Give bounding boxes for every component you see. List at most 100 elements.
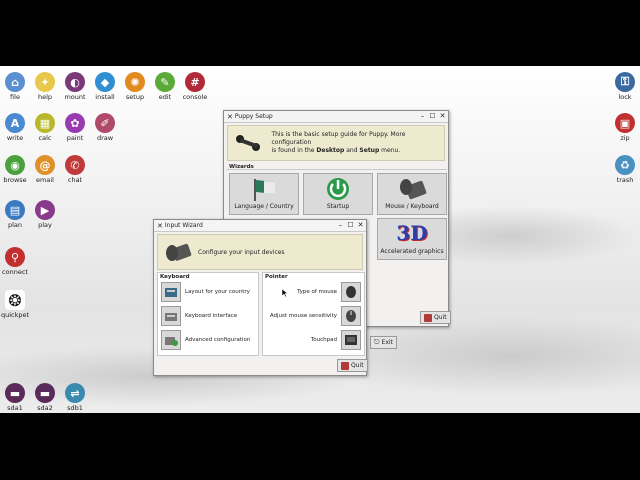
keyboard-layout-row[interactable]: Layout for your country xyxy=(161,282,250,302)
trash-icon: ♻ xyxy=(615,155,635,175)
exit-button[interactable]: ⎋ Exit xyxy=(370,336,397,349)
maximize-button[interactable]: ☐ xyxy=(346,221,355,230)
tile-startup[interactable]: Startup xyxy=(303,173,373,215)
window-icon: ✕ xyxy=(157,221,163,230)
drive-icon: ▬ xyxy=(5,383,25,403)
gear-icon: ✺ xyxy=(125,72,145,92)
at-icon: @ xyxy=(35,155,55,175)
banner-text: Configure your input devices xyxy=(198,248,285,256)
mouse-keyboard-icon xyxy=(400,179,427,200)
keyboard-icon[interactable] xyxy=(161,282,181,302)
touchpad-icon[interactable] xyxy=(341,330,361,350)
desktop-icon-play[interactable]: ▶ play xyxy=(25,200,65,229)
window-title: Puppy Setup xyxy=(234,113,273,120)
pointer-panel: Pointer Type of mouse Adjust mouse sensi… xyxy=(262,272,365,356)
quit-icon xyxy=(341,361,349,370)
quit-button[interactable]: Quit xyxy=(337,359,368,372)
usb-icon: ⇌ xyxy=(65,383,85,403)
intro-line-2: is found in the Desktop and Setup menu. xyxy=(271,147,401,154)
desktop-icon-label: trash xyxy=(616,176,634,184)
desktop-icon-trash[interactable]: ♻ trash xyxy=(605,155,640,184)
calc-icon: ▦ xyxy=(35,113,55,133)
tile-label: Startup xyxy=(326,203,350,210)
desktop-icon-label: lock xyxy=(618,93,632,101)
tile-language-country[interactable]: Language / Country xyxy=(229,173,299,215)
calendar-icon: ▤ xyxy=(5,200,25,220)
desktop-icon-label: zip xyxy=(620,134,630,142)
minimize-button[interactable]: – xyxy=(336,221,345,230)
desktop-icon-console[interactable]: # console xyxy=(175,72,215,101)
keyboard-label: Keyboard xyxy=(160,274,190,280)
desktop-icon-chat[interactable]: ✆ chat xyxy=(55,155,95,184)
divider xyxy=(226,169,447,170)
desktop-icon-label: draw xyxy=(96,134,114,142)
wrench-icon xyxy=(236,135,260,151)
close-button[interactable]: ✕ xyxy=(438,112,447,121)
desktop-icon-label: sdb1 xyxy=(67,404,83,412)
keyboard-interface-row[interactable]: Keyboard interface xyxy=(161,306,237,326)
tile-label: Accelerated graphics xyxy=(380,248,444,255)
intro-line-1: This is the basic setup guide for Puppy.… xyxy=(271,131,406,146)
desktop-icon-connect[interactable]: ⚲ connect xyxy=(0,247,35,276)
title-bar[interactable]: ✕ Input Wizard – ☐ ✕ xyxy=(154,220,366,232)
toggle-icon: ◐ xyxy=(65,72,85,92)
window-icon: ✕ xyxy=(227,112,233,121)
setup-banner: This is the basic setup guide for Puppy.… xyxy=(227,125,445,161)
drive-icon: ▬ xyxy=(35,383,55,403)
desktop-icon-label: quickpet xyxy=(0,311,30,319)
desktop-icon-zip[interactable]: ▣ zip xyxy=(605,113,640,142)
flag-icon xyxy=(254,179,275,201)
exit-icon: ⎋ xyxy=(374,338,380,346)
paw-icon: ❂ xyxy=(5,290,25,310)
keyboard-advanced-row[interactable]: Advanced configuration xyxy=(161,330,250,350)
desktop-icon-sdb1[interactable]: ⇌ sdb1 xyxy=(55,383,95,412)
lightbulb-icon: ✦ xyxy=(35,72,55,92)
3d-icon: 3D xyxy=(396,221,428,245)
mouse-type-row[interactable]: Type of mouse xyxy=(297,282,361,302)
quit-button[interactable]: Quit xyxy=(420,311,451,324)
desktop-icon-quickpet[interactable]: ❂ quickpet xyxy=(0,290,35,319)
close-button[interactable]: ✕ xyxy=(356,221,365,230)
mouse-icon[interactable] xyxy=(341,282,361,302)
keyboard-panel: Keyboard Layout for your country Keyboar… xyxy=(157,272,259,356)
maximize-button[interactable]: ☐ xyxy=(428,112,437,121)
minimize-button[interactable]: – xyxy=(418,112,427,121)
edit-icon: ✎ xyxy=(155,72,175,92)
dropbox-icon: ◆ xyxy=(95,72,115,92)
input-banner: Configure your input devices xyxy=(157,234,363,270)
desktop-icon-draw[interactable]: ✐ draw xyxy=(85,113,125,142)
tile-accelerated-graphics[interactable]: 3D Accelerated graphics xyxy=(377,218,447,260)
touchpad-row[interactable]: Touchpad xyxy=(311,330,361,350)
zip-icon: ▣ xyxy=(615,113,635,133)
title-bar[interactable]: ✕ Puppy Setup – ☐ ✕ xyxy=(224,111,448,123)
desktop-icon-label: chat xyxy=(67,176,83,184)
mouse-icon[interactable] xyxy=(341,306,361,326)
lock-icon: ⚿ xyxy=(615,72,635,92)
paint-icon: ✿ xyxy=(65,113,85,133)
keyboard-icon[interactable] xyxy=(161,306,181,326)
input-wizard-window: ✕ Input Wizard – ☐ ✕ Configure your inpu… xyxy=(153,219,368,376)
mouse-keyboard-icon xyxy=(166,243,192,261)
power-icon xyxy=(327,178,349,200)
tile-label: Language / Country xyxy=(234,203,294,210)
pointer-label: Pointer xyxy=(265,274,288,280)
connect-icon: ⚲ xyxy=(5,247,25,267)
chat-icon: ✆ xyxy=(65,155,85,175)
console-icon: # xyxy=(185,72,205,92)
quit-icon xyxy=(424,313,432,322)
draw-icon: ✐ xyxy=(95,113,115,133)
home-icon: ⌂ xyxy=(5,72,25,92)
window-title: Input Wizard xyxy=(164,222,203,229)
film-icon: ▶ xyxy=(35,200,55,220)
tile-mouse-keyboard[interactable]: Mouse / Keyboard xyxy=(377,173,447,215)
mouse-cursor-icon xyxy=(282,289,288,298)
desktop-icon-label: play xyxy=(38,221,52,229)
keyboard-gear-icon[interactable] xyxy=(161,330,181,350)
desktop-icon-label: console xyxy=(182,93,208,101)
browse-icon: ◉ xyxy=(5,155,25,175)
tile-label: Mouse / Keyboard xyxy=(385,203,439,210)
desktop-icon-lock[interactable]: ⚿ lock xyxy=(605,72,640,101)
write-icon: A xyxy=(5,113,25,133)
mouse-sensitivity-row[interactable]: Adjust mouse sensitivity xyxy=(270,306,361,326)
desktop-icon-label: connect xyxy=(2,268,28,276)
